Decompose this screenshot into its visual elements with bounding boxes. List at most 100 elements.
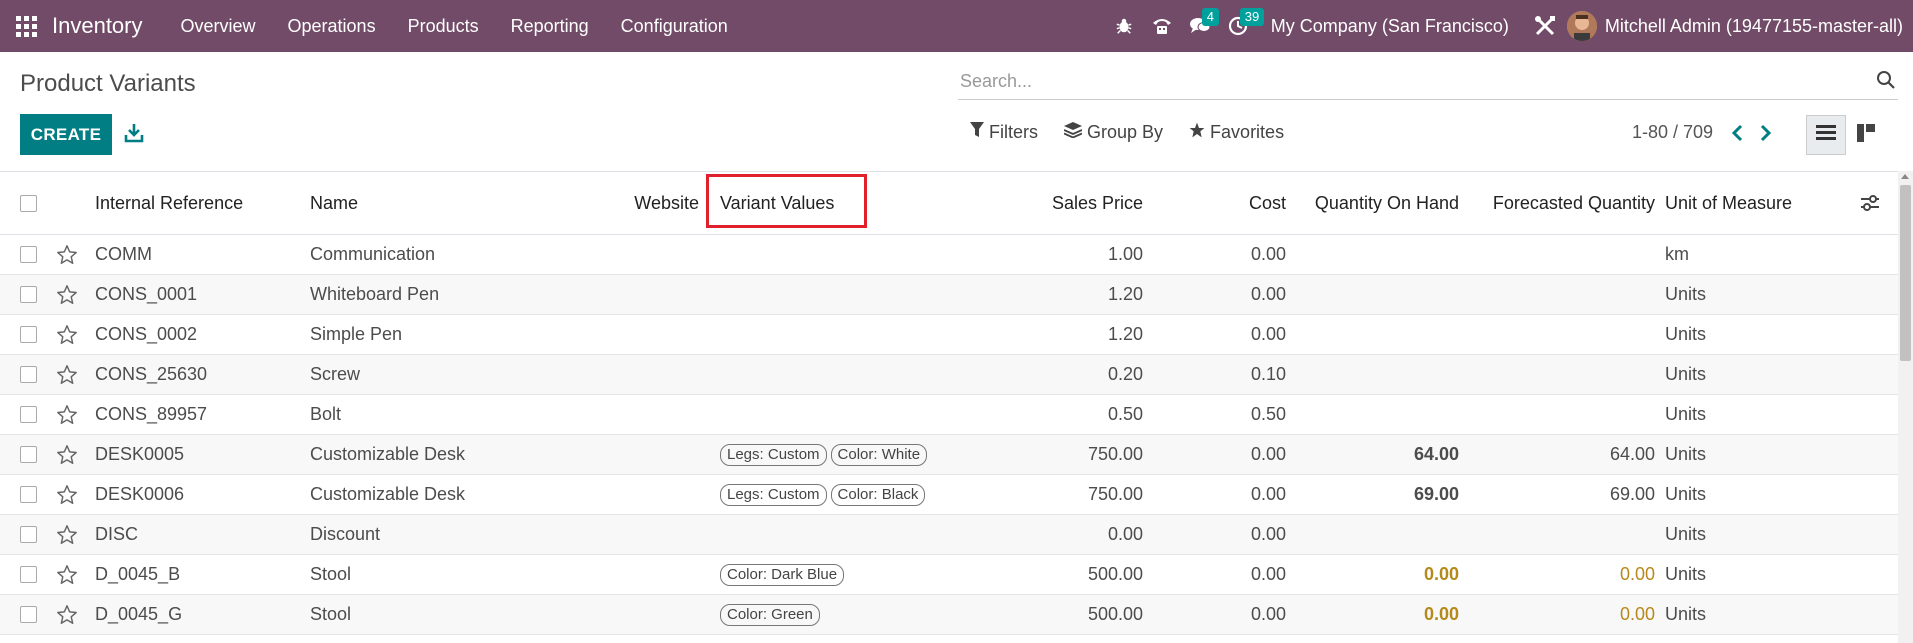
user-menu[interactable]: Mitchell Admin (19477155-master-all) — [1605, 16, 1903, 37]
table-scrollbar[interactable] — [1898, 171, 1913, 643]
col-forecasted-qty[interactable]: Forecasted Quantity — [1470, 172, 1655, 234]
menu-operations[interactable]: Operations — [272, 0, 392, 52]
menu-reporting[interactable]: Reporting — [495, 0, 605, 52]
cell-variant-values: Legs: Custom Color: White — [720, 435, 931, 474]
favorite-star-icon[interactable] — [56, 275, 78, 314]
cell-forecasted-qty: 69.00 — [1609, 484, 1655, 504]
favorite-star-icon[interactable] — [56, 515, 78, 554]
row-checkbox[interactable] — [20, 246, 37, 263]
layers-icon — [1063, 122, 1083, 143]
col-sales-price[interactable]: Sales Price — [1000, 172, 1143, 234]
cell-forecasted-qty — [1470, 235, 1655, 274]
cell-name: Discount — [310, 524, 381, 544]
chevron-left-icon[interactable] — [1730, 124, 1744, 147]
cell-sales-price: 1.20 — [1107, 324, 1143, 344]
row-checkbox[interactable] — [20, 566, 37, 583]
table-row[interactable]: DESK0005 Customizable Desk Legs: Custom Col… — [0, 435, 1900, 475]
favorite-star-icon[interactable] — [56, 355, 78, 394]
menu-products[interactable]: Products — [392, 0, 495, 52]
apps-grid-icon[interactable] — [14, 14, 38, 38]
favorite-star-icon[interactable] — [56, 315, 78, 354]
cell-name: Customizable Desk — [310, 484, 466, 504]
messages-badge: 4 — [1201, 8, 1220, 26]
cell-internal-reference: CONS_0002 — [95, 324, 198, 344]
cell-cost: 0.00 — [1250, 564, 1286, 584]
pager-value[interactable]: 1-80 / 709 — [1632, 122, 1713, 143]
filters-button[interactable]: Filters — [970, 122, 1038, 143]
cell-internal-reference: CONS_89957 — [95, 404, 208, 424]
cell-qty-on-hand — [1300, 315, 1459, 354]
cell-name: Bolt — [310, 404, 342, 424]
row-checkbox[interactable] — [20, 526, 37, 543]
cell-forecasted-qty — [1470, 395, 1655, 434]
row-checkbox[interactable] — [20, 326, 37, 343]
table-row[interactable]: DESK0006 Customizable Desk Legs: Custom Col… — [0, 475, 1900, 515]
cell-sales-price: 0.20 — [1107, 364, 1143, 384]
col-internal-reference[interactable]: Internal Reference — [95, 172, 243, 234]
favorite-star-icon[interactable] — [56, 235, 78, 274]
row-checkbox[interactable] — [20, 406, 37, 423]
favorite-star-icon[interactable] — [56, 555, 78, 594]
col-name[interactable]: Name — [310, 172, 358, 234]
col-website[interactable]: Website — [600, 172, 699, 234]
row-checkbox[interactable] — [20, 286, 37, 303]
app-brand[interactable]: Inventory — [52, 13, 143, 39]
favorite-star-icon[interactable] — [56, 595, 78, 634]
activities-clock-icon[interactable]: 39 — [1219, 0, 1265, 52]
table-row[interactable]: DISC Discount 0.00 0.00 Units — [0, 515, 1900, 555]
search-icon[interactable] — [1876, 70, 1896, 95]
cell-cost: 0.00 — [1250, 284, 1286, 304]
download-icon[interactable] — [124, 122, 146, 146]
product-variants-table: Internal Reference Name Website Variant … — [0, 171, 1900, 635]
cell-sales-price: 500.00 — [1087, 564, 1143, 584]
cell-qty-on-hand: 69.00 — [1413, 484, 1459, 504]
phone-icon[interactable] — [1143, 0, 1181, 52]
table-row[interactable]: CONS_25630 Screw 0.20 0.10 Units — [0, 355, 1900, 395]
favorite-star-icon[interactable] — [56, 395, 78, 434]
avatar[interactable] — [1566, 11, 1597, 41]
groupby-button[interactable]: Group By — [1063, 122, 1163, 143]
cell-internal-reference: DESK0006 — [95, 484, 185, 504]
cell-name: Stool — [310, 564, 352, 584]
menu-overview[interactable]: Overview — [165, 0, 272, 52]
cell-name: Communication — [310, 244, 436, 264]
table-row[interactable]: D_0045_G Stool Color: Green 500.00 0.00 0.00 0… — [0, 595, 1900, 635]
col-cost[interactable]: Cost — [1180, 172, 1286, 234]
table-row[interactable]: CONS_0001 Whiteboard Pen 1.20 0.00 Units — [0, 275, 1900, 315]
favorite-star-icon[interactable] — [56, 435, 78, 474]
cell-cost: 0.00 — [1250, 324, 1286, 344]
row-checkbox[interactable] — [20, 446, 37, 463]
cell-name: Screw — [310, 364, 361, 384]
favorites-button[interactable]: Favorites — [1189, 122, 1284, 143]
cell-cost: 0.50 — [1250, 404, 1286, 424]
tools-icon[interactable] — [1523, 0, 1567, 52]
row-checkbox[interactable] — [20, 606, 37, 623]
cell-internal-reference: DESK0005 — [95, 444, 185, 464]
list-view-button[interactable] — [1806, 115, 1846, 155]
cell-unit-of-measure: Units — [1665, 404, 1707, 424]
table-row[interactable]: COMM Communication 1.00 0.00 km — [0, 235, 1900, 275]
create-button[interactable]: CREATE — [20, 114, 112, 155]
column-settings-icon[interactable] — [1860, 172, 1880, 234]
col-qty-on-hand[interactable]: Quantity On Hand — [1300, 172, 1459, 234]
table-row[interactable]: CONS_0002 Simple Pen 1.20 0.00 Units — [0, 315, 1900, 355]
col-unit-of-measure[interactable]: Unit of Measure — [1665, 172, 1792, 234]
cell-unit-of-measure: Units — [1665, 364, 1707, 384]
table-row[interactable]: D_0045_B Stool Color: Dark Blue 500.00 0.00 0… — [0, 555, 1900, 595]
select-all-checkbox[interactable] — [20, 194, 37, 212]
company-switcher[interactable]: My Company (San Francisco) — [1271, 16, 1509, 37]
search-input[interactable] — [958, 64, 1898, 98]
row-checkbox[interactable] — [20, 486, 37, 503]
row-checkbox[interactable] — [20, 366, 37, 383]
table-row[interactable]: CONS_89957 Bolt 0.50 0.50 Units — [0, 395, 1900, 435]
favorite-star-icon[interactable] — [56, 475, 78, 514]
chevron-right-icon[interactable] — [1759, 124, 1773, 147]
cell-unit-of-measure: km — [1665, 244, 1689, 264]
debug-bug-icon[interactable] — [1105, 0, 1143, 52]
cell-name: Whiteboard Pen — [310, 284, 440, 304]
kanban-view-button[interactable] — [1846, 115, 1886, 155]
cell-qty-on-hand — [1300, 275, 1459, 314]
activities-badge: 39 — [1239, 8, 1265, 26]
messages-icon[interactable]: 4 — [1181, 0, 1220, 52]
menu-configuration[interactable]: Configuration — [605, 0, 744, 52]
